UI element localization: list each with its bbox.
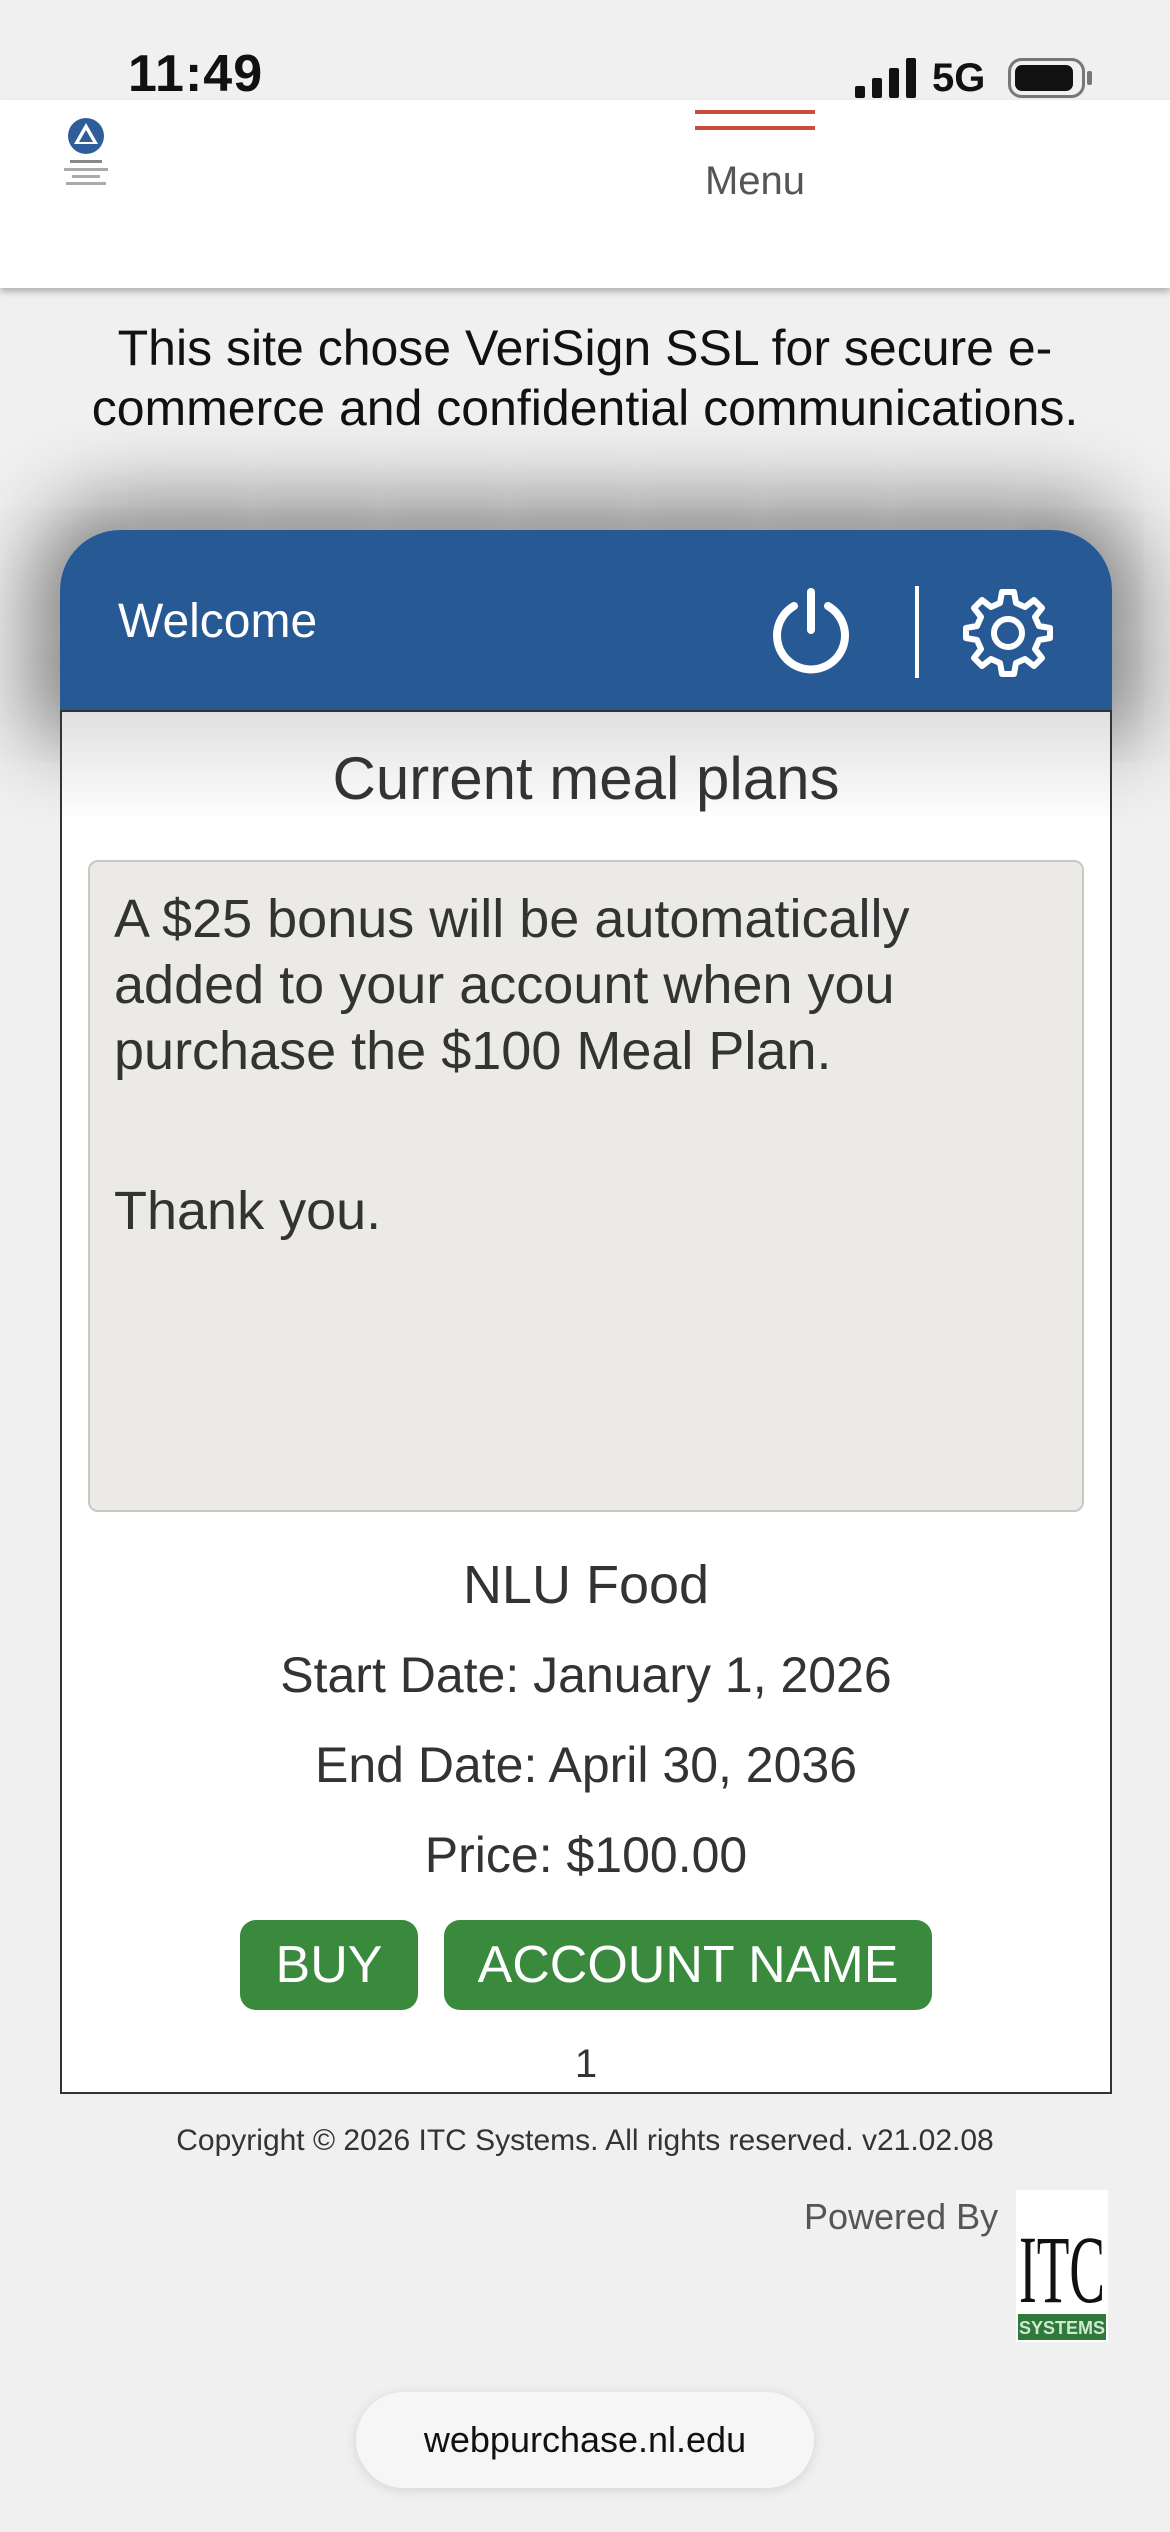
plan-name: NLU Food — [462, 1555, 710, 1615]
status-time: 11:49 — [128, 45, 264, 103]
power-icon[interactable] — [766, 586, 856, 676]
itc-logo-text: ITC — [1019, 2216, 1105, 2323]
copyright: Copyright © 2026 ITC Systems. All rights… — [176, 2124, 994, 2157]
menu-button[interactable]: Menu — [690, 110, 820, 210]
notice-text: A $25 bonus will be automatically added … — [114, 889, 910, 1081]
plan-start-date: Start Date: January 1, 2026 — [280, 1647, 892, 1703]
account-name-button[interactable]: ACCOUNT NAME — [444, 1920, 932, 2010]
powered-by-label: Powered By — [804, 2196, 999, 2237]
meal-plans-title: Current meal plans — [332, 745, 840, 812]
page: 11:49 5G Menu This site chose VeriSign S… — [0, 0, 1170, 2532]
battery-icon — [1008, 58, 1092, 98]
notice-box: A $25 bonus will be automatically added … — [88, 860, 1084, 1512]
buy-button[interactable]: BUY — [240, 1920, 418, 2010]
menu-label: Menu — [704, 159, 806, 203]
card-body: Current meal plans A $25 bonus will be a… — [60, 710, 1112, 2094]
plan-price: Price: $100.00 — [424, 1827, 748, 1883]
plan-end-date: End Date: April 30, 2036 — [314, 1737, 858, 1793]
signal-icon — [855, 58, 916, 98]
status-bar: 11:49 5G — [0, 0, 1170, 103]
ssl-note: This site chose VeriSign SSL for secure … — [91, 320, 1079, 436]
network-type: 5G — [932, 56, 986, 100]
url-bar[interactable]: webpurchase.nl.edu — [356, 2392, 814, 2488]
itc-logo-subtext: SYSTEMS — [1019, 2318, 1105, 2338]
card-header: Welcome — [60, 530, 1112, 712]
hamburger-icon — [695, 110, 815, 130]
gear-icon[interactable] — [962, 586, 1054, 678]
welcome-label: Welcome — [118, 595, 318, 648]
itc-systems-logo[interactable]: ITC SYSTEMS — [1016, 2190, 1108, 2342]
page-number[interactable]: 1 — [62, 2042, 1110, 2087]
header-divider — [915, 586, 919, 678]
site-header: Menu — [0, 100, 1170, 288]
notice-thanks: Thank you. — [114, 1181, 382, 1241]
nlu-logo-icon[interactable] — [58, 116, 114, 196]
